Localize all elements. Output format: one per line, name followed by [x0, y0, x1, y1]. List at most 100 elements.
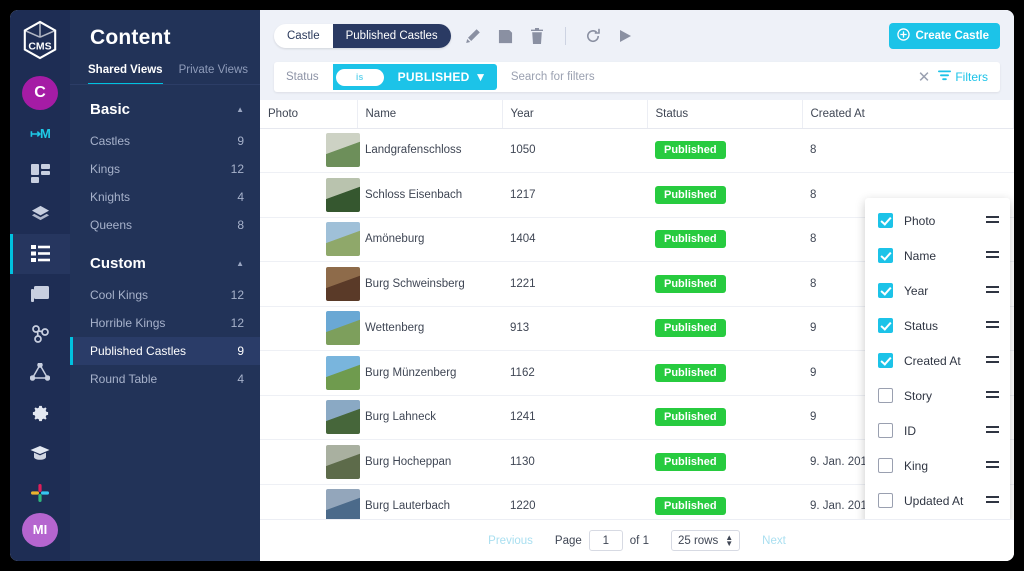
cell-status: Published [647, 306, 802, 351]
save-disk-icon[interactable] [497, 28, 514, 45]
data-table-container: Photo Name Year Status Created At Landgr… [260, 100, 1014, 519]
column-checkbox[interactable] [878, 318, 893, 333]
cell-year-text: 1221 [510, 278, 536, 290]
column-header-photo[interactable]: Photo [260, 100, 357, 128]
slack-icon[interactable] [10, 473, 70, 513]
castle-thumbnail[interactable] [326, 400, 360, 434]
content-list-icon[interactable] [10, 234, 70, 274]
run-play-icon[interactable] [617, 28, 634, 45]
sidebar-item-knights[interactable]: Knights 4 [70, 183, 260, 211]
webhooks-icon[interactable] [10, 313, 70, 353]
column-toggle-row[interactable]: Status [865, 308, 1010, 343]
cell-year-text: 1220 [510, 500, 536, 512]
sidebar-item-kings[interactable]: Kings 12 [70, 155, 260, 183]
drag-handle-icon[interactable] [986, 321, 999, 331]
filter-value-dropdown[interactable]: PUBLISHED ▼ [392, 64, 497, 90]
column-checkbox[interactable] [878, 458, 893, 473]
dashboard-icon[interactable] [10, 154, 70, 194]
sidebar-item-label: Kings [90, 162, 120, 176]
cell-created-at-text: 8 [810, 144, 816, 156]
castle-thumbnail[interactable] [326, 489, 360, 519]
drag-handle-icon[interactable] [986, 286, 999, 296]
create-castle-button[interactable]: Create Castle [889, 23, 1000, 49]
drag-handle-icon[interactable] [986, 496, 999, 506]
drag-handle-icon[interactable] [986, 391, 999, 401]
column-checkbox[interactable] [878, 493, 893, 508]
page-number-input[interactable]: 1 [589, 530, 623, 551]
column-toggle-row[interactable]: Photo [865, 203, 1010, 238]
column-header-name[interactable]: Name [357, 100, 502, 128]
delete-trash-icon[interactable] [529, 28, 546, 45]
migration-marker-icon[interactable]: ↦M [10, 114, 70, 154]
column-toggle-row[interactable]: ID [865, 413, 1010, 448]
nav-section-basic[interactable]: Basic ▲ [70, 85, 260, 127]
column-toggle-row[interactable]: Created At [865, 343, 1010, 378]
column-checkbox[interactable] [878, 388, 893, 403]
castle-thumbnail[interactable] [326, 445, 360, 479]
status-badge: Published [655, 364, 726, 382]
column-toggle-row[interactable]: Name [865, 238, 1010, 273]
clear-filters-icon[interactable]: ✕ [910, 68, 939, 86]
column-checkbox[interactable] [878, 423, 893, 438]
column-header-status[interactable]: Status [647, 100, 802, 128]
rows-per-page-select[interactable]: 25 rows ▲▼ [671, 530, 740, 551]
column-toggle-row[interactable]: Year [865, 273, 1010, 308]
media-icon[interactable] [10, 274, 70, 314]
chevron-up-icon[interactable]: ▲ [236, 105, 244, 114]
sidebar-item-count: 8 [237, 218, 244, 232]
cell-name-text: Amöneburg [365, 233, 424, 245]
column-checkbox[interactable] [878, 213, 893, 228]
column-toggle-label: Name [904, 249, 986, 263]
sidebar-item-queens[interactable]: Queens 8 [70, 211, 260, 239]
column-checkbox[interactable] [878, 353, 893, 368]
column-toggle-row[interactable]: King [865, 448, 1010, 483]
filter-field-label[interactable]: Status [280, 71, 333, 83]
column-header-year[interactable]: Year [502, 100, 647, 128]
column-header-created-at[interactable]: Created At [802, 100, 1014, 128]
castle-thumbnail[interactable] [326, 178, 360, 212]
edit-pencil-icon[interactable] [465, 28, 482, 45]
filter-operator-toggle[interactable]: is [333, 64, 392, 90]
cell-created-at: 8 [802, 128, 1014, 173]
drag-handle-icon[interactable] [986, 426, 999, 436]
chevron-up-icon[interactable]: ▲ [236, 259, 244, 268]
sidebar-item-cool-kings[interactable]: Cool Kings 12 [70, 281, 260, 309]
drag-handle-icon[interactable] [986, 461, 999, 471]
settings-gear-icon[interactable] [10, 393, 70, 433]
sidebar-item-horrible-kings[interactable]: Horrible Kings 12 [70, 309, 260, 337]
tab-private-views[interactable]: Private Views [179, 60, 248, 85]
filters-button[interactable]: Filters [938, 70, 1000, 84]
sidebar-item-published-castles[interactable]: Published Castles 9 [70, 337, 260, 365]
user-avatar[interactable]: MI [22, 513, 58, 547]
filter-search-input[interactable]: Search for filters [497, 71, 910, 83]
cms-cube-logo[interactable]: CMS [21, 20, 59, 60]
refresh-icon[interactable] [585, 28, 602, 45]
graphql-icon[interactable] [10, 353, 70, 393]
castle-thumbnail[interactable] [326, 311, 360, 345]
learn-graduation-icon[interactable] [10, 433, 70, 473]
column-checkbox[interactable] [878, 248, 893, 263]
project-avatar[interactable]: C [22, 76, 58, 110]
column-toggle-row[interactable]: Story [865, 378, 1010, 413]
layers-icon[interactable] [10, 194, 70, 234]
castle-thumbnail[interactable] [326, 133, 360, 167]
castle-thumbnail[interactable] [326, 356, 360, 390]
next-page-button[interactable]: Next [762, 535, 786, 547]
castle-thumbnail[interactable] [326, 222, 360, 256]
sidebar-item-round-table[interactable]: Round Table 4 [70, 365, 260, 393]
castle-thumbnail[interactable] [326, 267, 360, 301]
drag-handle-icon[interactable] [986, 356, 999, 366]
table-row[interactable]: Landgrafenschloss1050Published8 [260, 128, 1014, 173]
previous-page-button[interactable]: Previous [488, 535, 533, 547]
drag-handle-icon[interactable] [986, 216, 999, 226]
nav-section-custom[interactable]: Custom ▲ [70, 239, 260, 281]
cell-name-text: Wettenberg [365, 322, 424, 334]
sidebar-item-castles[interactable]: Castles 9 [70, 127, 260, 155]
column-checkbox[interactable] [878, 283, 893, 298]
drag-handle-icon[interactable] [986, 251, 999, 261]
cell-name: Amöneburg [357, 217, 502, 262]
breadcrumb-view[interactable]: Published Castles [333, 24, 451, 48]
column-toggle-row[interactable]: Updated At [865, 483, 1010, 518]
tab-shared-views[interactable]: Shared Views [88, 60, 163, 85]
breadcrumb-model[interactable]: Castle [274, 24, 333, 48]
